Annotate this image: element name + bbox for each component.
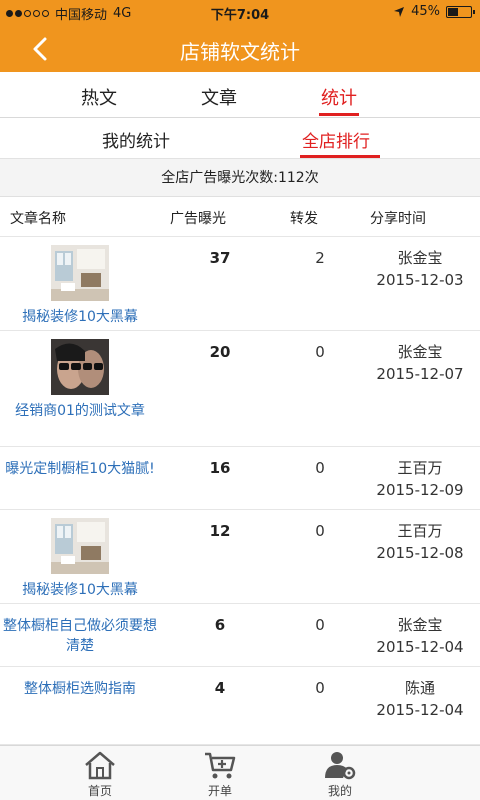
table-row[interactable]: 揭秘装修10大黑幕 12 0 王百万 2015-12-08 <box>0 510 480 604</box>
exposure-count: 20 <box>209 343 231 361</box>
table-row[interactable]: 整体橱柜自己做必须要想清楚 6 0 张金宝 2015-12-04 <box>0 604 480 667</box>
tab-new-order-label: 开单 <box>207 784 232 798</box>
top-tab-bar: 热文 文章 统计 <box>0 72 480 118</box>
forward-count: 2 <box>315 249 325 267</box>
tab-my-stats[interactable]: 我的统计 <box>102 127 170 152</box>
forward-count: 0 <box>315 679 325 697</box>
page-title: 店铺软文统计 <box>180 40 300 64</box>
exposure-count: 4 <box>214 679 226 697</box>
sharer-name: 张金宝 <box>397 343 443 361</box>
active-tab-indicator <box>319 113 359 116</box>
battery-icon <box>446 5 475 18</box>
sub-tab-bar: 我的统计 全店排行 <box>0 119 480 159</box>
status-bar: 中国移动 4G 下午7:04 45% <box>0 0 480 24</box>
tab-articles[interactable]: 文章 <box>201 84 237 110</box>
header-exposure: 广告曝光 <box>170 211 226 227</box>
share-date: 2015-12-07 <box>376 365 464 383</box>
active-subtab-indicator <box>300 155 380 158</box>
tab-mine-label: 我的 <box>327 784 352 798</box>
article-title-link[interactable]: 整体橱柜自己做必须要想清楚 <box>0 616 160 656</box>
share-date: 2015-12-04 <box>376 638 464 656</box>
exposure-count: 37 <box>209 249 231 267</box>
table-row[interactable]: 曝光定制橱柜10大猫腻! 16 0 王百万 2015-12-09 <box>0 447 480 510</box>
tab-hot-articles[interactable]: 热文 <box>81 84 117 110</box>
location-arrow-icon <box>394 6 405 17</box>
table-row[interactable]: 揭秘装修10大黑幕 37 2 张金宝 2015-12-03 <box>0 237 480 331</box>
article-title-link[interactable]: 经销商01的测试文章 <box>0 401 160 421</box>
user-gear-icon <box>325 752 356 780</box>
article-title-link[interactable]: 揭秘装修10大黑幕 <box>0 580 160 600</box>
room-photo-thumbnail <box>51 245 109 301</box>
header-forward: 转发 <box>290 211 318 227</box>
sharer-name: 王百万 <box>397 459 443 477</box>
ranking-list[interactable]: 揭秘装修10大黑幕 37 2 张金宝 2015-12-03 经销商01的测试文章… <box>0 237 480 745</box>
share-date: 2015-12-03 <box>376 271 464 289</box>
share-date: 2015-12-04 <box>376 701 464 719</box>
tab-home-label: 首页 <box>87 784 112 798</box>
forward-count: 0 <box>315 459 325 477</box>
header-share-time: 分享时间 <box>370 211 426 227</box>
exposure-summary: 全店广告曝光次数:112次 <box>0 159 480 197</box>
table-header: 文章名称 广告曝光 转发 分享时间 <box>0 197 480 237</box>
tab-new-order[interactable]: 开单 <box>180 750 260 799</box>
exposure-count: 6 <box>214 616 226 634</box>
room-photo-thumbnail <box>51 518 109 574</box>
article-title-link[interactable]: 整体橱柜选购指南 <box>0 679 160 699</box>
battery-percent: 45% <box>411 4 440 19</box>
tab-statistics[interactable]: 统计 <box>321 84 357 110</box>
tab-store-ranking[interactable]: 全店排行 <box>302 127 370 152</box>
tab-home[interactable]: 首页 <box>60 750 140 799</box>
exposure-count: 16 <box>209 459 231 477</box>
forward-count: 0 <box>315 343 325 361</box>
bottom-tab-bar: 首页 开单 我的 <box>0 745 480 800</box>
share-date: 2015-12-08 <box>376 544 464 562</box>
sunglasses-photo-thumbnail <box>51 339 109 395</box>
article-title-link[interactable]: 揭秘装修10大黑幕 <box>0 307 160 327</box>
cart-icon <box>205 752 236 779</box>
header-article-name: 文章名称 <box>10 211 66 227</box>
tab-mine[interactable]: 我的 <box>300 750 380 799</box>
home-icon <box>85 751 115 780</box>
article-title-link[interactable]: 曝光定制橱柜10大猫腻! <box>0 459 160 479</box>
sharer-name: 陈通 <box>404 679 435 697</box>
nav-bar: 店铺软文统计 <box>0 24 480 72</box>
sharer-name: 王百万 <box>397 522 443 540</box>
forward-count: 0 <box>315 616 325 634</box>
table-row[interactable]: 整体橱柜选购指南 4 0 陈通 2015-12-04 <box>0 667 480 745</box>
sharer-name: 张金宝 <box>397 249 443 267</box>
exposure-count: 12 <box>209 522 231 540</box>
table-row[interactable]: 经销商01的测试文章 20 0 张金宝 2015-12-07 <box>0 331 480 447</box>
forward-count: 0 <box>315 522 325 540</box>
sharer-name: 张金宝 <box>397 616 443 634</box>
share-date: 2015-12-09 <box>376 481 464 499</box>
